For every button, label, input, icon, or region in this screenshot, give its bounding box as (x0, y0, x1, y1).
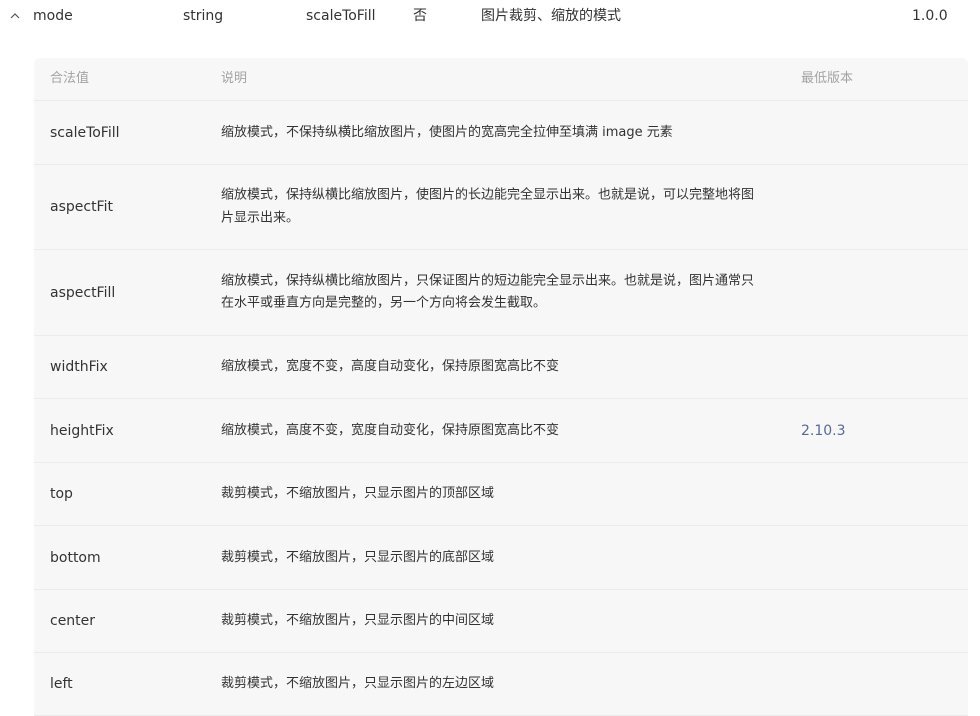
table-row: top 裁剪模式，不缩放图片，只显示图片的顶部区域 (34, 463, 968, 526)
property-version: 1.0.0 (912, 8, 948, 24)
enum-values-table: 合法值 说明 最低版本 scaleToFill 缩放模式，不保持纵横比缩放图片，… (34, 58, 968, 716)
table-row: center 裁剪模式，不缩放图片，只显示图片的中间区域 (34, 590, 968, 653)
value-description: 缩放模式，保持纵横比缩放图片，只保证图片的短边能完全显示出来。也就是说，图片通常… (221, 273, 755, 311)
property-type: string (183, 8, 224, 24)
value-description: 裁剪模式，不缩放图片，只显示图片的顶部区域 (221, 485, 495, 501)
table-row: bottom 裁剪模式，不缩放图片，只显示图片的底部区域 (34, 526, 968, 590)
table-row: aspectFill 缩放模式，保持纵横比缩放图片，只保证图片的短边能完全显示出… (34, 250, 968, 336)
header-min-version: 最低版本 (801, 71, 854, 86)
value-description: 缩放模式，宽度不变，高度自动变化，保持原图宽高比不变 (221, 358, 560, 374)
value-name: left (50, 676, 73, 692)
value-name: aspectFit (50, 199, 113, 215)
value-name: heightFix (50, 422, 114, 439)
value-description: 缩放模式，高度不变，宽度自动变化，保持原图宽高比不变 (221, 422, 560, 438)
value-description: 裁剪模式，不缩放图片，只显示图片的左边区域 (221, 675, 495, 691)
value-name: top (50, 486, 73, 502)
table-row: widthFix 缩放模式，宽度不变，高度自动变化，保持原图宽高比不变 (34, 336, 968, 399)
value-name: scaleToFill (50, 124, 120, 141)
property-required: 否 (413, 8, 427, 24)
property-description: 图片裁剪、缩放的模式 (481, 8, 621, 24)
value-name: center (50, 613, 96, 629)
table-row: aspectFit 缩放模式，保持纵横比缩放图片，使图片的长边能完全显示出来。也… (34, 165, 968, 250)
table-row: scaleToFill 缩放模式，不保持纵横比缩放图片，使图片的宽高完全拉伸至填… (34, 101, 968, 165)
value-name: widthFix (50, 359, 108, 375)
table-header: 合法值 说明 最低版本 (34, 58, 968, 101)
table-row: heightFix 缩放模式，高度不变，宽度自动变化，保持原图宽高比不变 2.1… (34, 399, 968, 463)
property-name: mode (33, 8, 73, 24)
value-version-link[interactable]: 2.10.3 (801, 423, 846, 439)
value-description: 缩放模式，不保持纵横比缩放图片，使图片的宽高完全拉伸至填满 image 元素 (221, 124, 673, 140)
property-row-mode: mode string scaleToFill 否 图片裁剪、缩放的模式 1.0… (0, 0, 980, 32)
value-description: 裁剪模式，不缩放图片，只显示图片的中间区域 (221, 612, 495, 628)
table-row: left 裁剪模式，不缩放图片，只显示图片的左边区域 (34, 653, 968, 716)
value-description: 裁剪模式，不缩放图片，只显示图片的底部区域 (221, 549, 495, 565)
header-legal-value: 合法值 (50, 71, 90, 86)
value-name: aspectFill (50, 284, 116, 301)
chevron-up-icon[interactable] (7, 8, 23, 24)
value-name: bottom (50, 549, 101, 566)
property-default: scaleToFill (306, 8, 376, 24)
header-description: 说明 (221, 71, 248, 86)
value-description: 缩放模式，保持纵横比缩放图片，使图片的长边能完全显示出来。也就是说，可以完整地将… (221, 187, 755, 226)
